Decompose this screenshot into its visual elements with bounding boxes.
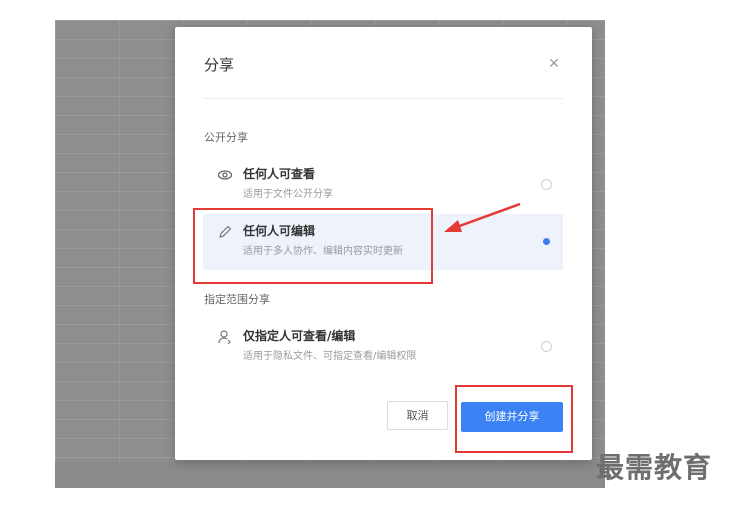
spreadsheet-bottom-row [55, 462, 605, 488]
dialog-title: 分享 [204, 56, 235, 74]
radio-anyone-edit[interactable] [541, 236, 552, 247]
watermark-logo: 最需教育 [596, 451, 713, 484]
close-icon[interactable]: ✕ [546, 56, 562, 72]
eye-icon [217, 170, 233, 180]
option-specific-people[interactable]: 仅指定人可查看/编辑 适用于隐私文件、可指定查看/编辑权限 [203, 319, 563, 375]
option-title: 仅指定人可查看/编辑 [243, 329, 356, 343]
scoped-share-label: 指定范围分享 [204, 293, 270, 306]
option-desc: 适用于文件公开分享 [243, 189, 333, 200]
option-desc: 适用于隐私文件、可指定查看/编辑权限 [243, 351, 417, 362]
radio-specific-people[interactable] [541, 341, 552, 352]
highlight-box-edit-option [193, 208, 433, 284]
option-title: 任何人可查看 [243, 167, 316, 181]
red-arrow-icon [444, 202, 521, 232]
public-share-label: 公开分享 [204, 131, 248, 144]
title-divider [203, 98, 563, 99]
person-icon [218, 330, 231, 345]
highlight-box-create-button [455, 385, 573, 453]
cancel-button[interactable]: 取消 [387, 401, 448, 430]
radio-anyone-view[interactable] [541, 179, 552, 190]
